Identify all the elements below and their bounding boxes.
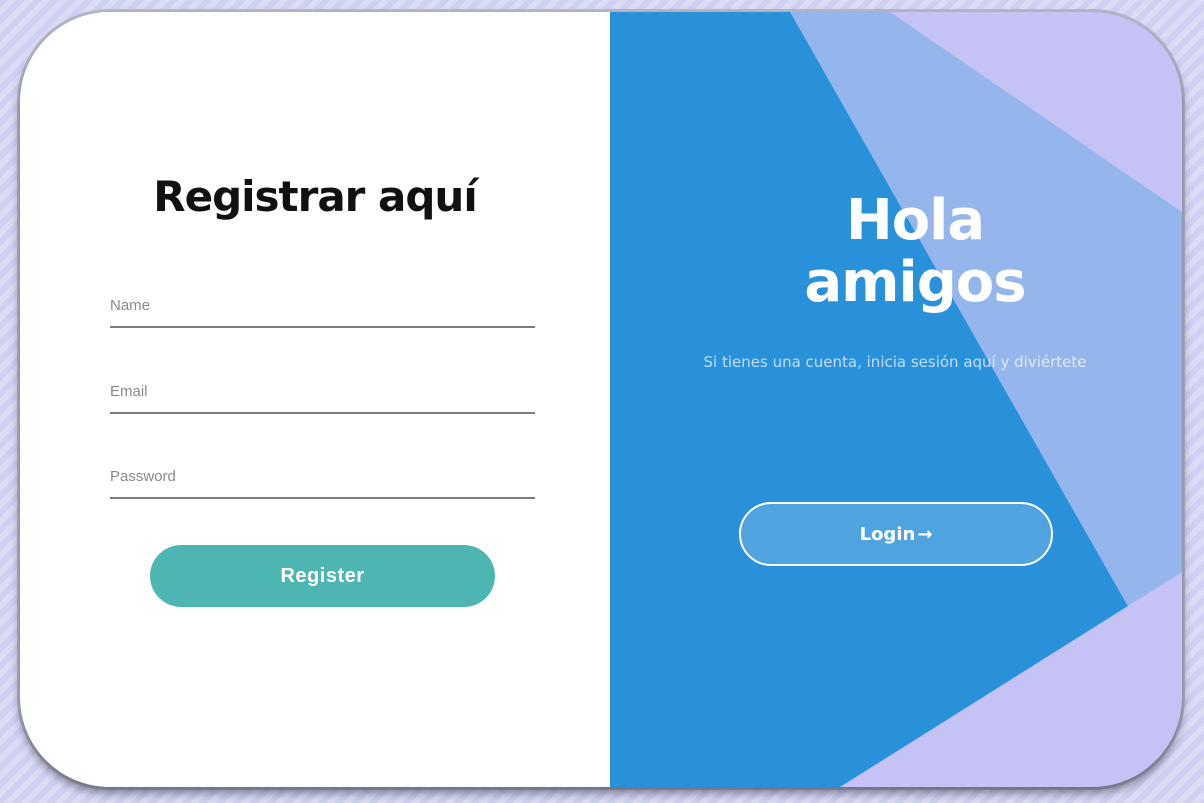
welcome-title: Hola amigos [740,190,1090,314]
email-field [110,370,535,414]
register-button[interactable]: Register [150,545,495,607]
page-background: Registrar aquí Register Hola amigos [0,0,1204,803]
welcome-title-line1: Hola [845,188,985,253]
welcome-subtitle: Si tienes una cuenta, inicia sesión aquí… [703,353,1087,371]
name-input[interactable] [110,284,535,326]
arrow-right-icon: → [917,523,933,545]
auth-card: Registrar aquí Register Hola amigos [20,12,1182,787]
password-field [110,455,535,499]
register-panel: Registrar aquí Register [20,12,610,787]
welcome-panel: Hola amigos Si tienes una cuenta, inicia… [610,12,1182,787]
register-title: Registrar aquí [153,172,477,221]
email-input[interactable] [110,370,535,412]
password-input[interactable] [110,455,535,497]
welcome-title-line2: amigos [804,250,1026,315]
login-button[interactable]: Login → [739,502,1053,566]
login-label: Login [859,523,916,545]
name-field [110,284,535,328]
decorative-shapes [790,12,1182,787]
